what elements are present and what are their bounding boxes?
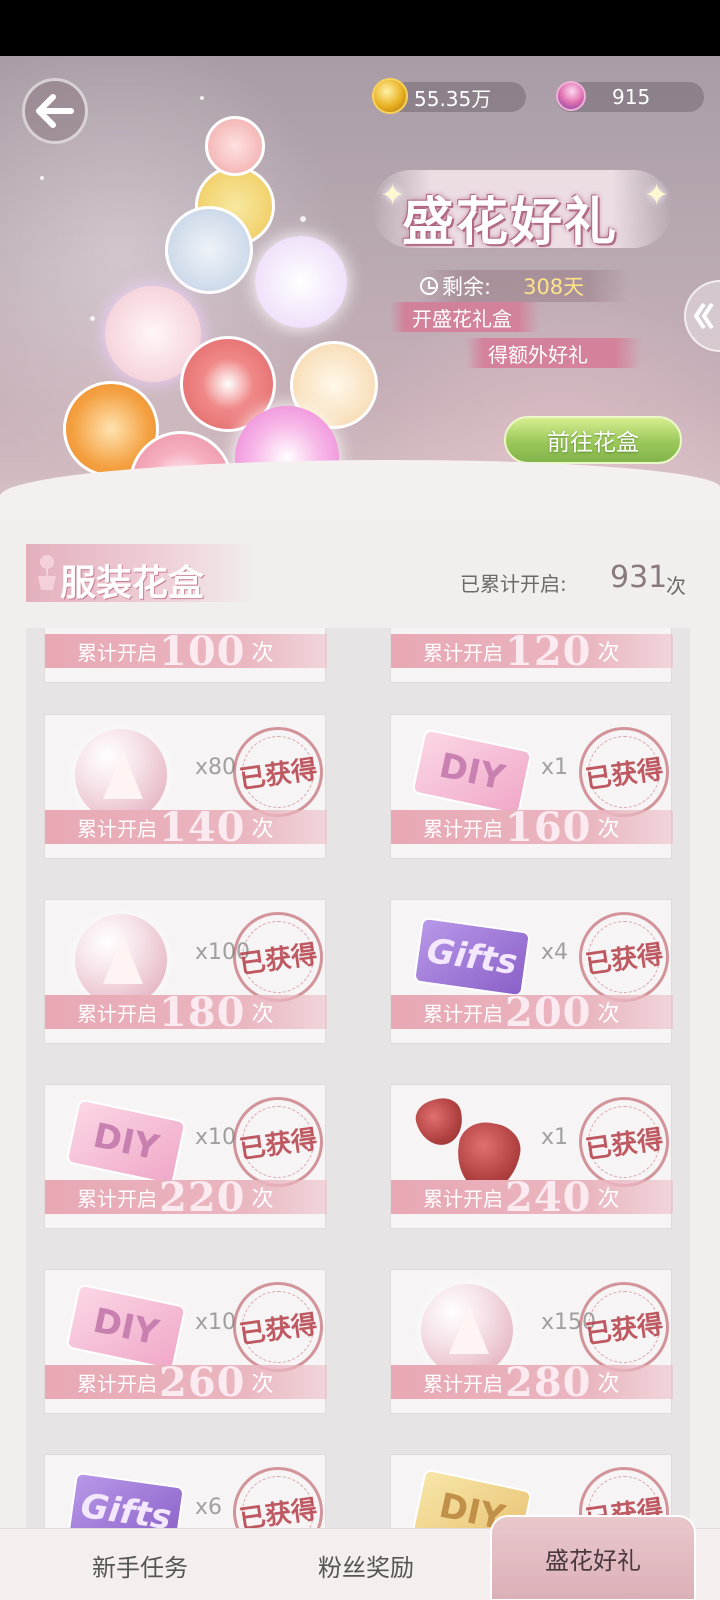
- reward-card[interactable]: x100 已获得 累计开启 180 次: [44, 899, 327, 1044]
- reward-quantity: x1: [541, 1125, 569, 1150]
- clock-icon: [420, 277, 438, 295]
- status-bar: [0, 0, 720, 56]
- back-button[interactable]: [22, 78, 88, 144]
- gem-amount: 915: [612, 85, 651, 109]
- reward-threshold-bar: 累计开启 260 次: [45, 1359, 327, 1406]
- reward-quantity: x80: [195, 755, 237, 780]
- reward-card[interactable]: 累计开启 120 次: [390, 628, 673, 683]
- tab-newbie-tasks[interactable]: 新手任务: [40, 1529, 240, 1600]
- dress-orb-icon: [71, 914, 171, 1006]
- claimed-stamp: 已获得: [233, 1467, 323, 1528]
- remaining-days: 308天: [523, 275, 585, 299]
- reward-card[interactable]: DIY x10 已获得 累计开启 220 次: [44, 1084, 327, 1229]
- reward-quantity: x4: [541, 940, 569, 965]
- reward-quantity: x10: [195, 1125, 237, 1150]
- arrow-left-icon: [36, 94, 74, 128]
- promo-line-2: 得额外好礼: [466, 338, 642, 368]
- reward-threshold-bar: 累计开启 180 次: [45, 989, 327, 1036]
- reward-threshold-bar: 累计开启 120 次: [391, 628, 673, 675]
- reward-threshold-bar: 累计开启 200 次: [391, 989, 673, 1036]
- event-title: 盛花好礼: [402, 192, 619, 253]
- claimed-stamp: 已获得: [579, 727, 669, 817]
- promo-line-1: 开盛花礼盒: [390, 302, 540, 332]
- side-expand-tab[interactable]: [684, 280, 720, 352]
- gift-ticket-icon: Gifts: [412, 914, 532, 1002]
- reward-threshold-bar: 累计开启 160 次: [391, 804, 673, 851]
- reward-threshold-bar: 累计开启 220 次: [45, 1174, 327, 1221]
- remaining-time: 剩余: 308天: [420, 270, 630, 302]
- reward-grid[interactable]: 累计开启 100 次 累计开启 120 次 x80 已获得 累计开启 140 次…: [26, 628, 690, 1528]
- coin-amount: 55.35万: [414, 86, 492, 111]
- coin-balance[interactable]: 55.35万: [372, 78, 526, 114]
- goto-flower-box-button[interactable]: 前往花盒: [504, 416, 682, 464]
- reward-card[interactable]: DIY x1 已获得 累计开启 160 次: [390, 714, 673, 859]
- claimed-stamp: 已获得: [579, 1282, 669, 1372]
- double-chevron-left-icon: [693, 302, 714, 330]
- bottom-navigation: 新手任务 粉丝奖励 盛花好礼: [0, 1515, 720, 1600]
- dress-orb-icon: [71, 729, 171, 821]
- reward-card[interactable]: x150 已获得 累计开启 280 次: [390, 1269, 673, 1414]
- total-opened-label: 已累计开启:: [460, 572, 567, 596]
- claimed-stamp: 已获得: [233, 1097, 323, 1187]
- reward-quantity: x6: [195, 1495, 223, 1520]
- section-title: 服装花盒: [60, 562, 205, 604]
- strawberry-icon: [411, 1093, 525, 1196]
- claimed-stamp: 已获得: [233, 727, 323, 817]
- dress-orb-icon: [417, 1284, 517, 1376]
- sparkle-star-icon: ✦: [644, 178, 670, 213]
- gift-ticket-icon: Gifts: [66, 1469, 186, 1528]
- reward-card[interactable]: DIY x10 已获得 累计开启 260 次: [44, 1269, 327, 1414]
- claimed-stamp: 已获得: [579, 1097, 669, 1187]
- reward-card[interactable]: x1 已获得 累计开启 240 次: [390, 1084, 673, 1229]
- claimed-stamp: 已获得: [579, 912, 669, 1002]
- reward-card[interactable]: 累计开启 100 次: [44, 628, 327, 683]
- reward-quantity: x10: [195, 1310, 237, 1335]
- reward-threshold-bar: 累计开启 240 次: [391, 1174, 673, 1221]
- gold-coin-icon: [372, 78, 408, 114]
- total-opened-unit: 次: [666, 574, 686, 598]
- reward-card[interactable]: Gifts x4 已获得 累计开启 200 次: [390, 899, 673, 1044]
- diy-ticket-icon: DIY: [65, 1098, 187, 1187]
- reward-card[interactable]: Gifts x6 已获得: [44, 1454, 326, 1528]
- tab-flower-gift[interactable]: 盛花好礼: [490, 1515, 696, 1600]
- total-opened-count: 931: [610, 560, 668, 595]
- diy-ticket-icon: DIY: [65, 1283, 187, 1372]
- event-banner: ✦ ✦ 盛花好礼 剩余: 308天 开盛花礼盒 得额外好礼 前往花盒: [0, 56, 720, 526]
- remaining-label: 剩余:: [442, 275, 492, 299]
- reward-threshold-bar: 累计开启 100 次: [45, 628, 327, 675]
- tab-fan-rewards[interactable]: 粉丝奖励: [266, 1529, 466, 1600]
- flower-pot-icon: [38, 555, 56, 590]
- claimed-stamp: 已获得: [233, 1282, 323, 1372]
- reward-quantity: x1: [541, 755, 569, 780]
- reward-card[interactable]: x80 已获得 累计开启 140 次: [44, 714, 327, 859]
- reward-threshold-bar: 累计开启 140 次: [45, 804, 327, 851]
- gem-balance[interactable]: 915: [549, 74, 704, 118]
- claimed-stamp: 已获得: [233, 912, 323, 1002]
- diy-ticket-icon: DIY: [411, 728, 533, 817]
- reward-threshold-bar: 累计开启 280 次: [391, 1359, 673, 1406]
